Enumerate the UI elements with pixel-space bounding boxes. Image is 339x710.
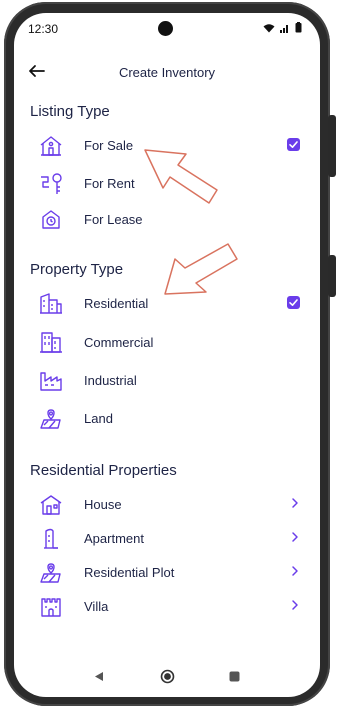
listing-label-for-sale: For Sale [84, 138, 134, 153]
plot-pin-icon [38, 560, 64, 586]
property-label-residential: Residential [84, 296, 149, 311]
listing-label-for-lease: For Lease [84, 212, 143, 227]
residential-properties-heading: Residential Properties [30, 462, 177, 479]
chevron-right-icon[interactable] [290, 598, 300, 612]
listing-option-for-rent[interactable]: For Rent [38, 171, 300, 197]
nav-home-icon[interactable] [160, 669, 175, 684]
residential-label-villa: Villa [84, 599, 109, 614]
key-icon [38, 171, 64, 197]
chevron-right-icon[interactable] [290, 564, 300, 578]
chevron-right-icon[interactable] [290, 496, 300, 510]
nav-back-icon[interactable] [94, 671, 104, 682]
home-sale-icon [38, 133, 64, 159]
commercial-building-icon [38, 330, 64, 356]
status-bar: 12:30 [14, 13, 320, 43]
residential-option-plot[interactable]: Residential Plot [38, 560, 300, 586]
factory-icon [38, 368, 64, 394]
villa-castle-icon [38, 594, 64, 620]
residential-option-apartment[interactable]: Apartment [38, 526, 300, 552]
volume-button [328, 115, 336, 177]
listing-option-for-lease[interactable]: For Lease [38, 207, 300, 233]
wifi-icon [263, 23, 275, 33]
apartment-icon [38, 526, 64, 552]
property-option-land[interactable]: Land [38, 406, 300, 432]
property-label-commercial: Commercial [84, 335, 154, 350]
land-pin-icon [38, 406, 64, 432]
battery-icon [295, 22, 302, 33]
property-option-commercial[interactable]: Commercial [38, 330, 300, 356]
status-time: 12:30 [28, 22, 59, 36]
residential-label-house: House [84, 497, 122, 512]
chevron-right-icon[interactable] [290, 530, 300, 544]
house-icon [38, 492, 64, 518]
property-type-heading: Property Type [30, 261, 124, 278]
checkbox-checked-icon[interactable] [287, 138, 300, 151]
residential-label-plot: Residential Plot [84, 565, 175, 580]
property-label-industrial: Industrial [84, 373, 137, 388]
property-option-industrial[interactable]: Industrial [38, 368, 300, 394]
power-button [328, 255, 336, 297]
residential-building-icon [38, 291, 64, 317]
screen: 12:30 Create Inventory Listing Type For … [14, 13, 320, 697]
status-icons [263, 22, 302, 33]
lease-clock-house-icon [38, 207, 64, 233]
residential-option-house[interactable]: House [38, 492, 300, 518]
listing-type-heading: Listing Type [30, 103, 110, 120]
signal-icon [280, 23, 290, 33]
residential-option-villa[interactable]: Villa [38, 594, 300, 620]
residential-label-apartment: Apartment [84, 531, 144, 546]
page-title: Create Inventory [118, 65, 216, 80]
checkbox-checked-icon[interactable] [287, 296, 300, 309]
system-navigation-bar [14, 661, 320, 691]
app-header: Create Inventory [14, 63, 320, 85]
listing-option-for-sale[interactable]: For Sale [38, 133, 300, 159]
property-label-land: Land [84, 411, 113, 426]
property-option-residential[interactable]: Residential [38, 291, 300, 317]
listing-label-for-rent: For Rent [84, 176, 135, 191]
nav-recents-icon[interactable] [229, 671, 240, 682]
front-camera [158, 21, 173, 36]
